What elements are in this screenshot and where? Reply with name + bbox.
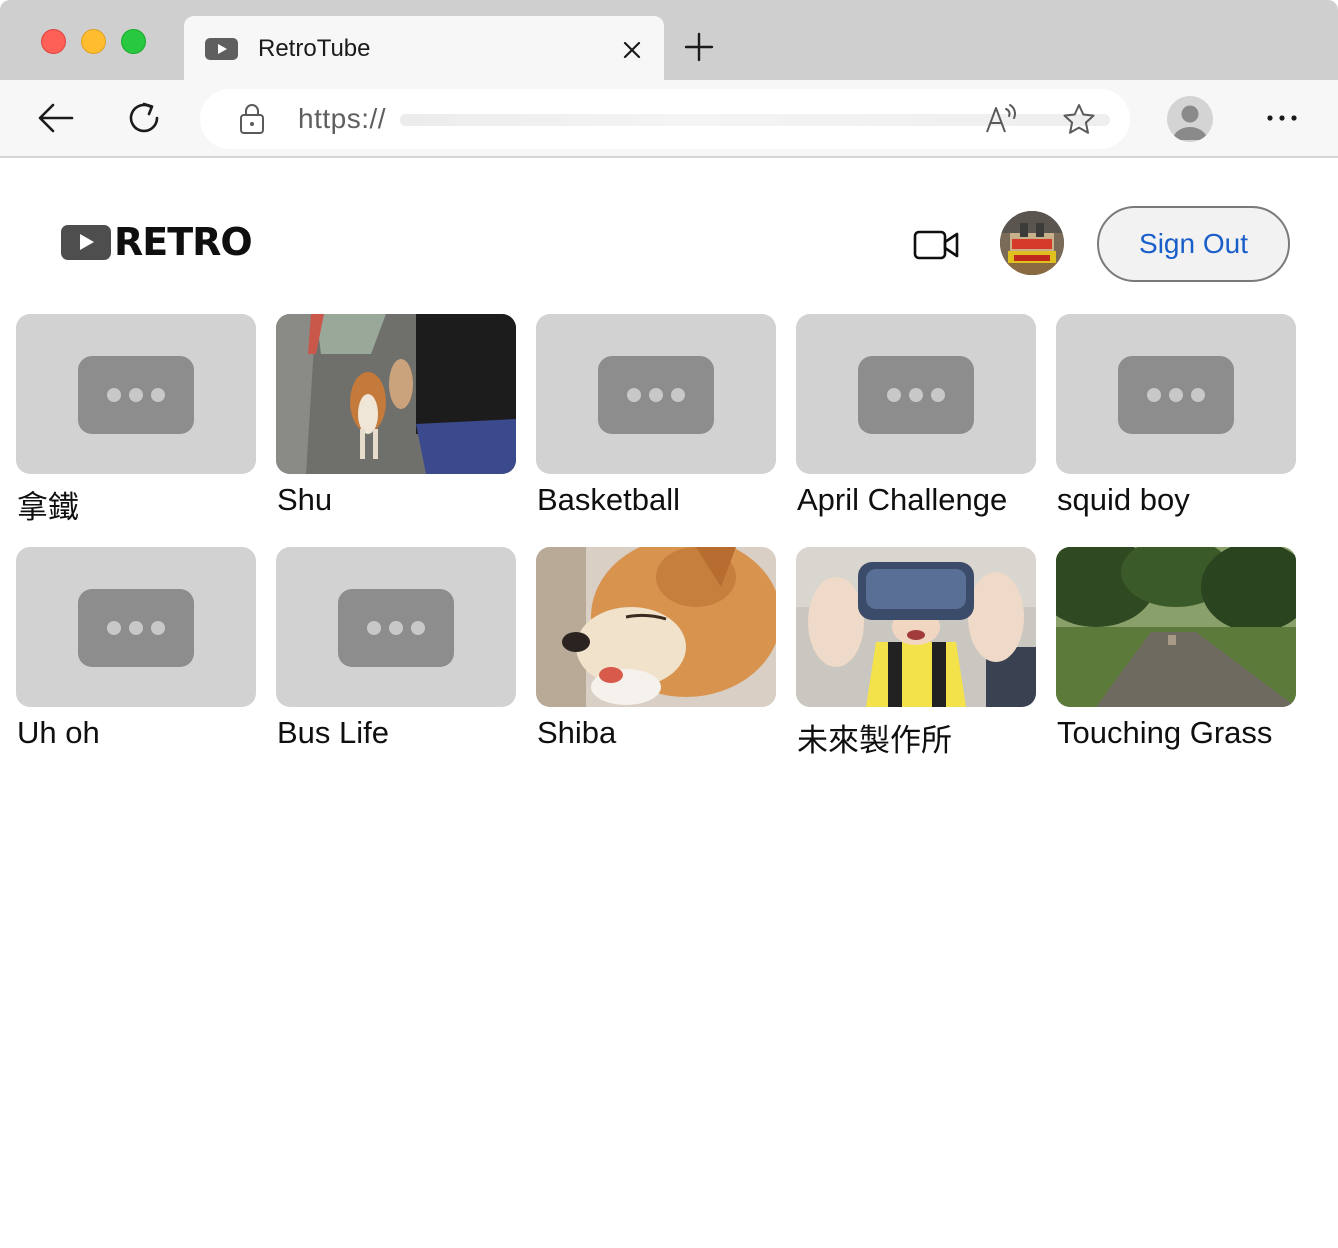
more-dots-icon: [78, 589, 194, 667]
person-icon: [1173, 105, 1207, 140]
video-card[interactable]: Touching Grass: [1056, 547, 1296, 762]
address-bar[interactable]: https://: [200, 89, 1130, 149]
video-card[interactable]: 拿鐵: [16, 314, 256, 529]
video-card[interactable]: Basketball: [536, 314, 776, 529]
video-card[interactable]: Shu: [276, 314, 516, 529]
video-thumbnail[interactable]: [276, 547, 516, 707]
more-dots-icon: [1118, 356, 1234, 434]
user-avatar[interactable]: [1000, 211, 1064, 275]
video-card[interactable]: Bus Life: [276, 547, 516, 762]
reload-icon[interactable]: [124, 98, 164, 138]
favorite-star-icon[interactable]: [1061, 102, 1097, 138]
video-thumbnail[interactable]: [796, 314, 1036, 474]
browser-profile-avatar[interactable]: [1167, 96, 1213, 142]
video-title[interactable]: Uh oh: [17, 715, 100, 751]
video-card[interactable]: Shiba: [536, 547, 776, 762]
video-thumbnail[interactable]: [1056, 547, 1296, 707]
more-dots-icon: [858, 356, 974, 434]
video-thumbnail[interactable]: [276, 314, 516, 474]
lock-icon[interactable]: [238, 103, 266, 135]
url-text[interactable]: https://: [298, 103, 386, 135]
video-title[interactable]: Shiba: [537, 715, 616, 751]
read-aloud-icon[interactable]: [984, 103, 1018, 135]
video-title[interactable]: squid boy: [1057, 482, 1190, 518]
shiba-dog-photo: [536, 547, 776, 707]
back-arrow-icon[interactable]: [36, 100, 76, 136]
video-title[interactable]: 未來製作所: [797, 715, 952, 760]
site-logo[interactable]: RETRO: [61, 220, 253, 264]
video-card[interactable]: Uh oh: [16, 547, 256, 762]
tab-strip: RetroTube: [0, 0, 1338, 82]
logo-text: RETRO: [114, 220, 253, 264]
video-card[interactable]: squid boy: [1056, 314, 1296, 529]
video-thumbnail[interactable]: [1056, 314, 1296, 474]
park-path-photo: [1056, 547, 1296, 707]
video-card[interactable]: April Challenge: [796, 314, 1036, 529]
avatar-image: [1000, 211, 1064, 275]
video-thumbnail[interactable]: [536, 314, 776, 474]
play-logo-icon: [61, 224, 111, 260]
video-icon: [205, 38, 238, 60]
video-thumbnail[interactable]: [796, 547, 1036, 707]
video-card[interactable]: 未來製作所: [796, 547, 1036, 762]
page-content: RETRO Sign Out 拿鐵 Shu Basketball April C…: [0, 158, 1338, 1248]
video-thumbnail[interactable]: [536, 547, 776, 707]
video-title[interactable]: Shu: [277, 482, 332, 518]
dog-walk-photo: [276, 314, 516, 474]
more-dots-icon: [598, 356, 714, 434]
minimize-window-button[interactable]: [81, 29, 106, 54]
browser-toolbar: https://: [0, 80, 1338, 158]
active-tab[interactable]: RetroTube: [184, 16, 664, 82]
video-title[interactable]: 拿鐵: [17, 482, 79, 527]
more-dots-icon: [78, 356, 194, 434]
new-tab-plus-icon[interactable]: [683, 31, 715, 63]
video-thumbnail[interactable]: [16, 547, 256, 707]
zoom-window-button[interactable]: [121, 29, 146, 54]
video-thumbnail[interactable]: [16, 314, 256, 474]
video-title[interactable]: April Challenge: [797, 482, 1007, 518]
more-options-icon[interactable]: [1262, 106, 1302, 130]
tab-title: RetroTube: [258, 35, 371, 62]
video-title[interactable]: Touching Grass: [1057, 715, 1272, 751]
close-window-button[interactable]: [41, 29, 66, 54]
video-title[interactable]: Bus Life: [277, 715, 389, 751]
more-dots-icon: [338, 589, 454, 667]
vr-headset-photo: [796, 547, 1036, 707]
browser-window: RetroTube https:// RETRO Sign Out 拿鐵 Shu…: [0, 0, 1338, 1248]
video-camera-icon[interactable]: [913, 229, 959, 261]
close-icon[interactable]: [618, 36, 646, 64]
video-title[interactable]: Basketball: [537, 482, 680, 518]
sign-out-button[interactable]: Sign Out: [1097, 206, 1290, 282]
